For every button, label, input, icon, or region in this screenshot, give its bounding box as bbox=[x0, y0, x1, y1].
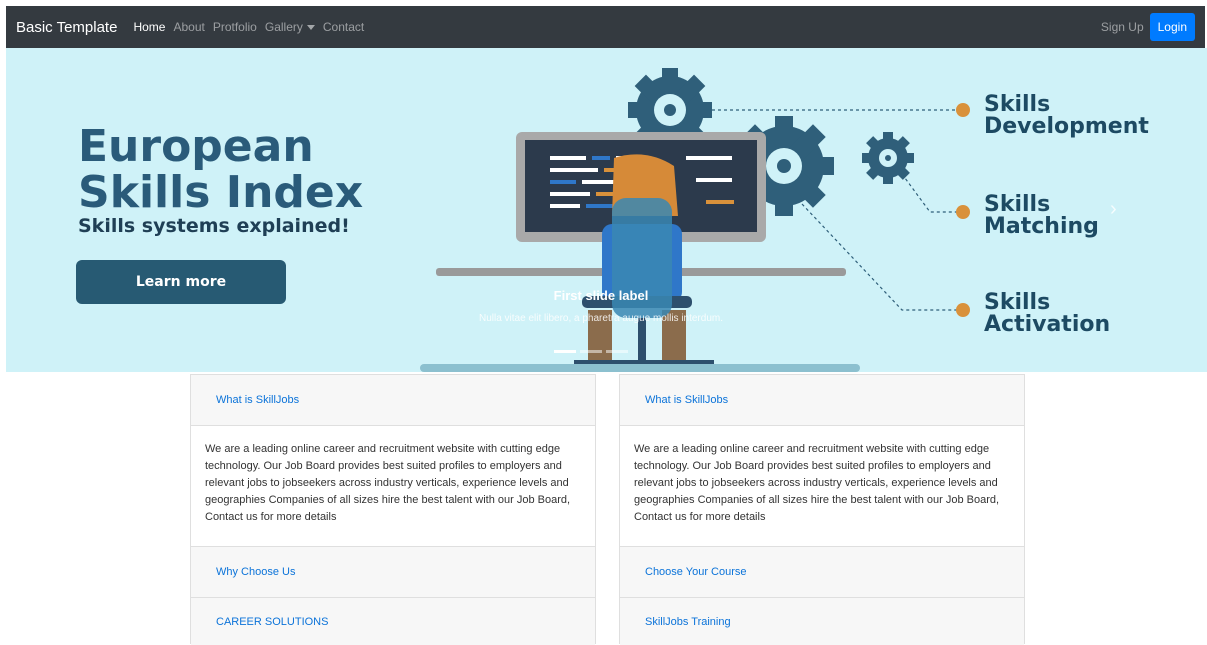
carousel-caption: First slide label Nulla vitae elit liber… bbox=[436, 288, 766, 324]
card-row-career-solutions[interactable]: CAREER SOLUTIONS bbox=[191, 598, 595, 645]
skill-matching-line2: Matching bbox=[984, 214, 1099, 239]
brand-link[interactable]: Basic Template bbox=[16, 19, 117, 36]
nav-home[interactable]: Home bbox=[133, 20, 165, 34]
card-body-right: We are a leading online career and recru… bbox=[620, 426, 1024, 547]
card-row-skilljobs-training-label: SkillJobs Training bbox=[645, 615, 731, 628]
card-row-choose-your-course[interactable]: Choose Your Course bbox=[620, 547, 1024, 598]
card-header-right-label: What is SkillJobs bbox=[645, 394, 729, 406]
card-row-choose-your-course-label: Choose Your Course bbox=[645, 566, 747, 578]
skill-matching-label: Skills Matching bbox=[984, 194, 1099, 238]
hero-carousel[interactable]: European Skills Index Skills systems exp… bbox=[6, 48, 1207, 372]
card-row-career-solutions-label: CAREER SOLUTIONS bbox=[216, 615, 329, 628]
carousel-caption-text: Nulla vitae elit libero, a pharetra augu… bbox=[478, 313, 723, 324]
nav-gallery-dropdown[interactable]: Gallery bbox=[265, 20, 315, 34]
skill-activation-line2: Activation bbox=[984, 312, 1111, 337]
card-body-left: We are a leading online career and recru… bbox=[191, 426, 595, 547]
card-header-left-label: What is SkillJobs bbox=[216, 394, 300, 406]
nav-right: Sign Up Login bbox=[1101, 13, 1195, 41]
card-row-skilljobs-training[interactable]: SkillJobs Training bbox=[620, 598, 1024, 645]
nav-about[interactable]: About bbox=[173, 20, 204, 34]
skill-development-line1: Skills bbox=[984, 92, 1051, 117]
skill-matching-line1: Skills bbox=[984, 192, 1051, 217]
card-row-why-choose-us-label: Why Choose Us bbox=[216, 566, 296, 578]
carousel-indicators bbox=[554, 350, 628, 353]
info-card-left: What is SkillJobs We are a leading onlin… bbox=[190, 374, 596, 645]
gear-icon bbox=[862, 132, 914, 184]
info-card-right: What is SkillJobs We are a leading onlin… bbox=[619, 374, 1025, 645]
carousel-indicator-3[interactable] bbox=[606, 350, 628, 353]
card-row-why-choose-us[interactable]: Why Choose Us bbox=[191, 547, 595, 598]
carousel-caption-title: First slide label bbox=[553, 288, 649, 303]
carousel-indicator-2[interactable] bbox=[580, 350, 602, 353]
nav-contact[interactable]: Contact bbox=[323, 20, 364, 34]
signup-link[interactable]: Sign Up bbox=[1101, 20, 1144, 34]
navbar: Basic Template Home About Protfolio Gall… bbox=[6, 6, 1205, 48]
nav-portfolio[interactable]: Protfolio bbox=[213, 20, 257, 34]
skill-activation-label: Skills Activation bbox=[984, 292, 1110, 336]
card-header-right[interactable]: What is SkillJobs bbox=[620, 375, 1024, 426]
nav-gallery-label: Gallery bbox=[264, 20, 303, 34]
login-button[interactable]: Login bbox=[1149, 13, 1195, 41]
carousel-indicator-1[interactable] bbox=[554, 350, 576, 353]
skill-activation-line1: Skills bbox=[984, 290, 1051, 315]
chevron-right-icon[interactable]: › bbox=[1110, 198, 1117, 221]
card-header-left[interactable]: What is SkillJobs bbox=[191, 375, 595, 426]
skill-development-line2: Development bbox=[984, 114, 1149, 139]
skill-development-label: Skills Development bbox=[984, 94, 1149, 138]
caret-down-icon bbox=[306, 25, 315, 31]
